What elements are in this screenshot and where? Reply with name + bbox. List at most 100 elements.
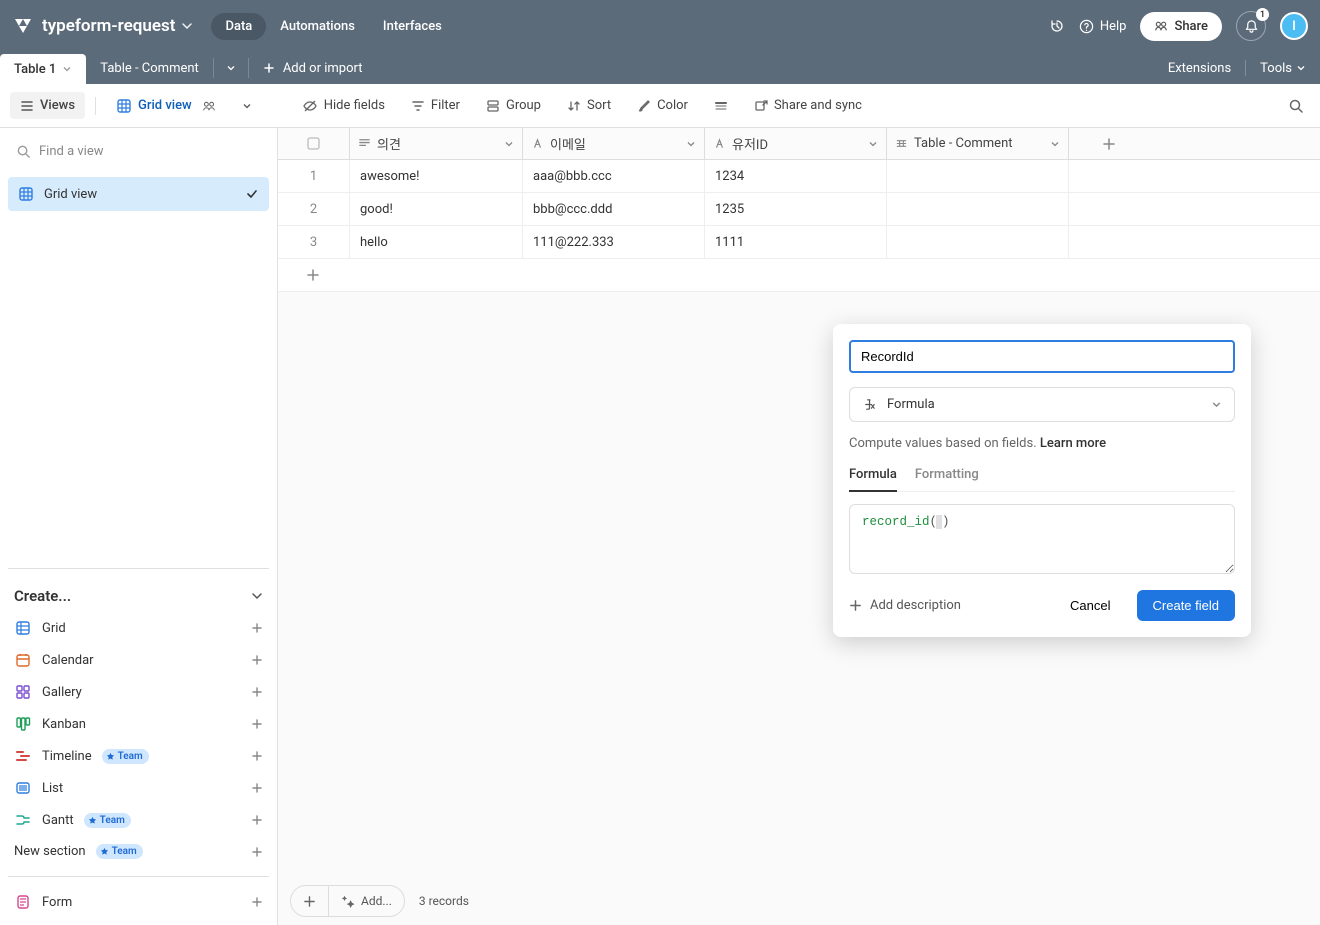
kanban-icon bbox=[14, 716, 32, 732]
sheet-tab-table-comment[interactable]: Table - Comment bbox=[86, 52, 213, 84]
cell[interactable] bbox=[887, 226, 1069, 258]
column-header-email[interactable]: 이메일 bbox=[523, 128, 705, 159]
search-button[interactable] bbox=[1282, 92, 1310, 120]
text-icon bbox=[713, 137, 726, 150]
find-view-input[interactable]: Find a view bbox=[8, 136, 269, 167]
tools-button[interactable]: Tools bbox=[1246, 52, 1320, 84]
create-field-button[interactable]: Create field bbox=[1137, 590, 1235, 621]
add-description-button[interactable]: Add description bbox=[849, 598, 961, 613]
cancel-button[interactable]: Cancel bbox=[1054, 590, 1126, 621]
current-view-button[interactable]: Grid view bbox=[106, 92, 226, 120]
nav-tab-automations[interactable]: Automations bbox=[266, 13, 369, 40]
chevron-down-icon[interactable] bbox=[181, 20, 193, 32]
create-gantt[interactable]: Gantt Team bbox=[8, 805, 269, 835]
check-icon bbox=[245, 187, 259, 201]
color-button[interactable]: Color bbox=[627, 92, 698, 119]
table-row[interactable]: 3 hello 111@222.333 1111 bbox=[278, 226, 1320, 259]
chevron-down-icon[interactable] bbox=[686, 139, 696, 149]
cell[interactable]: aaa@bbb.ccc bbox=[523, 160, 705, 192]
share-button[interactable]: Share bbox=[1140, 12, 1222, 41]
workspace-name[interactable]: typeform-request bbox=[42, 16, 175, 36]
views-sidebar: Find a view Grid view Create... Grid Cal… bbox=[0, 128, 278, 925]
chevron-down-icon[interactable] bbox=[504, 139, 514, 149]
filter-button[interactable]: Filter bbox=[401, 92, 470, 119]
chevron-down-icon[interactable] bbox=[1050, 139, 1060, 149]
create-list[interactable]: List bbox=[8, 773, 269, 803]
create-new-section[interactable]: New section Team bbox=[8, 837, 269, 866]
create-section-header[interactable]: Create... bbox=[8, 579, 269, 613]
column-header-table-comment[interactable]: Table - Comment bbox=[887, 128, 1069, 159]
plus-icon bbox=[251, 846, 263, 858]
notification-badge: 1 bbox=[1256, 8, 1269, 21]
field-type-label: Formula bbox=[887, 397, 935, 412]
create-gallery[interactable]: Gallery bbox=[8, 677, 269, 707]
table-row[interactable]: 2 good! bbb@ccc.ddd 1235 bbox=[278, 193, 1320, 226]
app-logo-icon bbox=[12, 15, 34, 37]
create-grid[interactable]: Grid bbox=[8, 613, 269, 643]
add-column-button[interactable] bbox=[1069, 128, 1149, 159]
popup-tab-formatting[interactable]: Formatting bbox=[915, 467, 979, 491]
sheet-tab-dropdown[interactable] bbox=[214, 52, 248, 84]
row-number: 1 bbox=[278, 160, 350, 192]
add-or-import-button[interactable]: Add or import bbox=[249, 52, 377, 84]
create-timeline[interactable]: Timeline Team bbox=[8, 741, 269, 771]
nav-tab-interfaces[interactable]: Interfaces bbox=[369, 13, 456, 40]
column-header-userid[interactable]: 유저ID bbox=[705, 128, 887, 159]
hide-fields-button[interactable]: Hide fields bbox=[292, 92, 395, 120]
view-item-grid-view[interactable]: Grid view bbox=[8, 177, 269, 211]
cell[interactable]: 1235 bbox=[705, 193, 887, 225]
gantt-icon bbox=[14, 812, 32, 828]
grid-body: 1 awesome! aaa@bbb.ccc 1234 2 good! bbb@… bbox=[278, 160, 1320, 292]
view-options-dropdown[interactable] bbox=[232, 95, 262, 117]
nav-tab-data[interactable]: Data bbox=[211, 13, 266, 40]
plus-icon bbox=[251, 654, 263, 666]
learn-more-link[interactable]: Learn more bbox=[1040, 436, 1106, 451]
plus-icon bbox=[251, 896, 263, 908]
create-calendar[interactable]: Calendar bbox=[8, 645, 269, 675]
grid-icon bbox=[14, 620, 32, 636]
add-row-button[interactable] bbox=[278, 259, 1320, 292]
sheet-tab-table-1[interactable]: Table 1 bbox=[0, 54, 86, 84]
grid-header-row: 의견 이메일 유저ID Table - Comment bbox=[278, 128, 1320, 160]
plus-icon bbox=[251, 718, 263, 730]
cell[interactable]: hello bbox=[350, 226, 523, 258]
cell[interactable]: good! bbox=[350, 193, 523, 225]
views-toggle[interactable]: Views bbox=[10, 92, 85, 119]
field-name-input[interactable] bbox=[849, 340, 1235, 373]
extensions-button[interactable]: Extensions bbox=[1154, 52, 1245, 84]
create-kanban[interactable]: Kanban bbox=[8, 709, 269, 739]
group-button[interactable]: Group bbox=[476, 92, 551, 119]
chevron-down-icon bbox=[1211, 399, 1222, 410]
form-icon bbox=[14, 894, 32, 910]
sort-button[interactable]: Sort bbox=[557, 92, 621, 119]
list-icon bbox=[14, 780, 32, 796]
cell[interactable]: bbb@ccc.ddd bbox=[523, 193, 705, 225]
column-header-opinion[interactable]: 의견 bbox=[350, 128, 523, 159]
history-icon[interactable] bbox=[1049, 18, 1065, 34]
user-avatar[interactable]: I bbox=[1280, 12, 1308, 40]
notifications-button[interactable]: 1 bbox=[1236, 11, 1266, 41]
help-button[interactable]: Help bbox=[1079, 19, 1127, 34]
create-form[interactable]: Form bbox=[8, 887, 269, 917]
cell[interactable]: 111@222.333 bbox=[523, 226, 705, 258]
gallery-icon bbox=[14, 684, 32, 700]
field-type-selector[interactable]: Formula bbox=[849, 387, 1235, 422]
row-number: 3 bbox=[278, 226, 350, 258]
footer-add-menu-button[interactable]: Add... bbox=[329, 886, 404, 916]
chevron-down-icon[interactable] bbox=[868, 139, 878, 149]
team-badge: Team bbox=[84, 813, 131, 828]
formula-icon bbox=[862, 397, 877, 412]
share-sync-button[interactable]: Share and sync bbox=[744, 92, 872, 119]
cell[interactable] bbox=[887, 193, 1069, 225]
popup-tab-formula[interactable]: Formula bbox=[849, 467, 897, 492]
formula-editor[interactable]: record_id() bbox=[849, 504, 1235, 574]
table-row[interactable]: 1 awesome! aaa@bbb.ccc 1234 bbox=[278, 160, 1320, 193]
cell[interactable]: awesome! bbox=[350, 160, 523, 192]
row-height-button[interactable] bbox=[704, 93, 738, 119]
select-all-checkbox[interactable] bbox=[278, 128, 350, 159]
cell[interactable]: 1234 bbox=[705, 160, 887, 192]
plus-icon bbox=[251, 750, 263, 762]
footer-add-record-button[interactable] bbox=[291, 886, 328, 916]
cell[interactable] bbox=[887, 160, 1069, 192]
cell[interactable]: 1111 bbox=[705, 226, 887, 258]
